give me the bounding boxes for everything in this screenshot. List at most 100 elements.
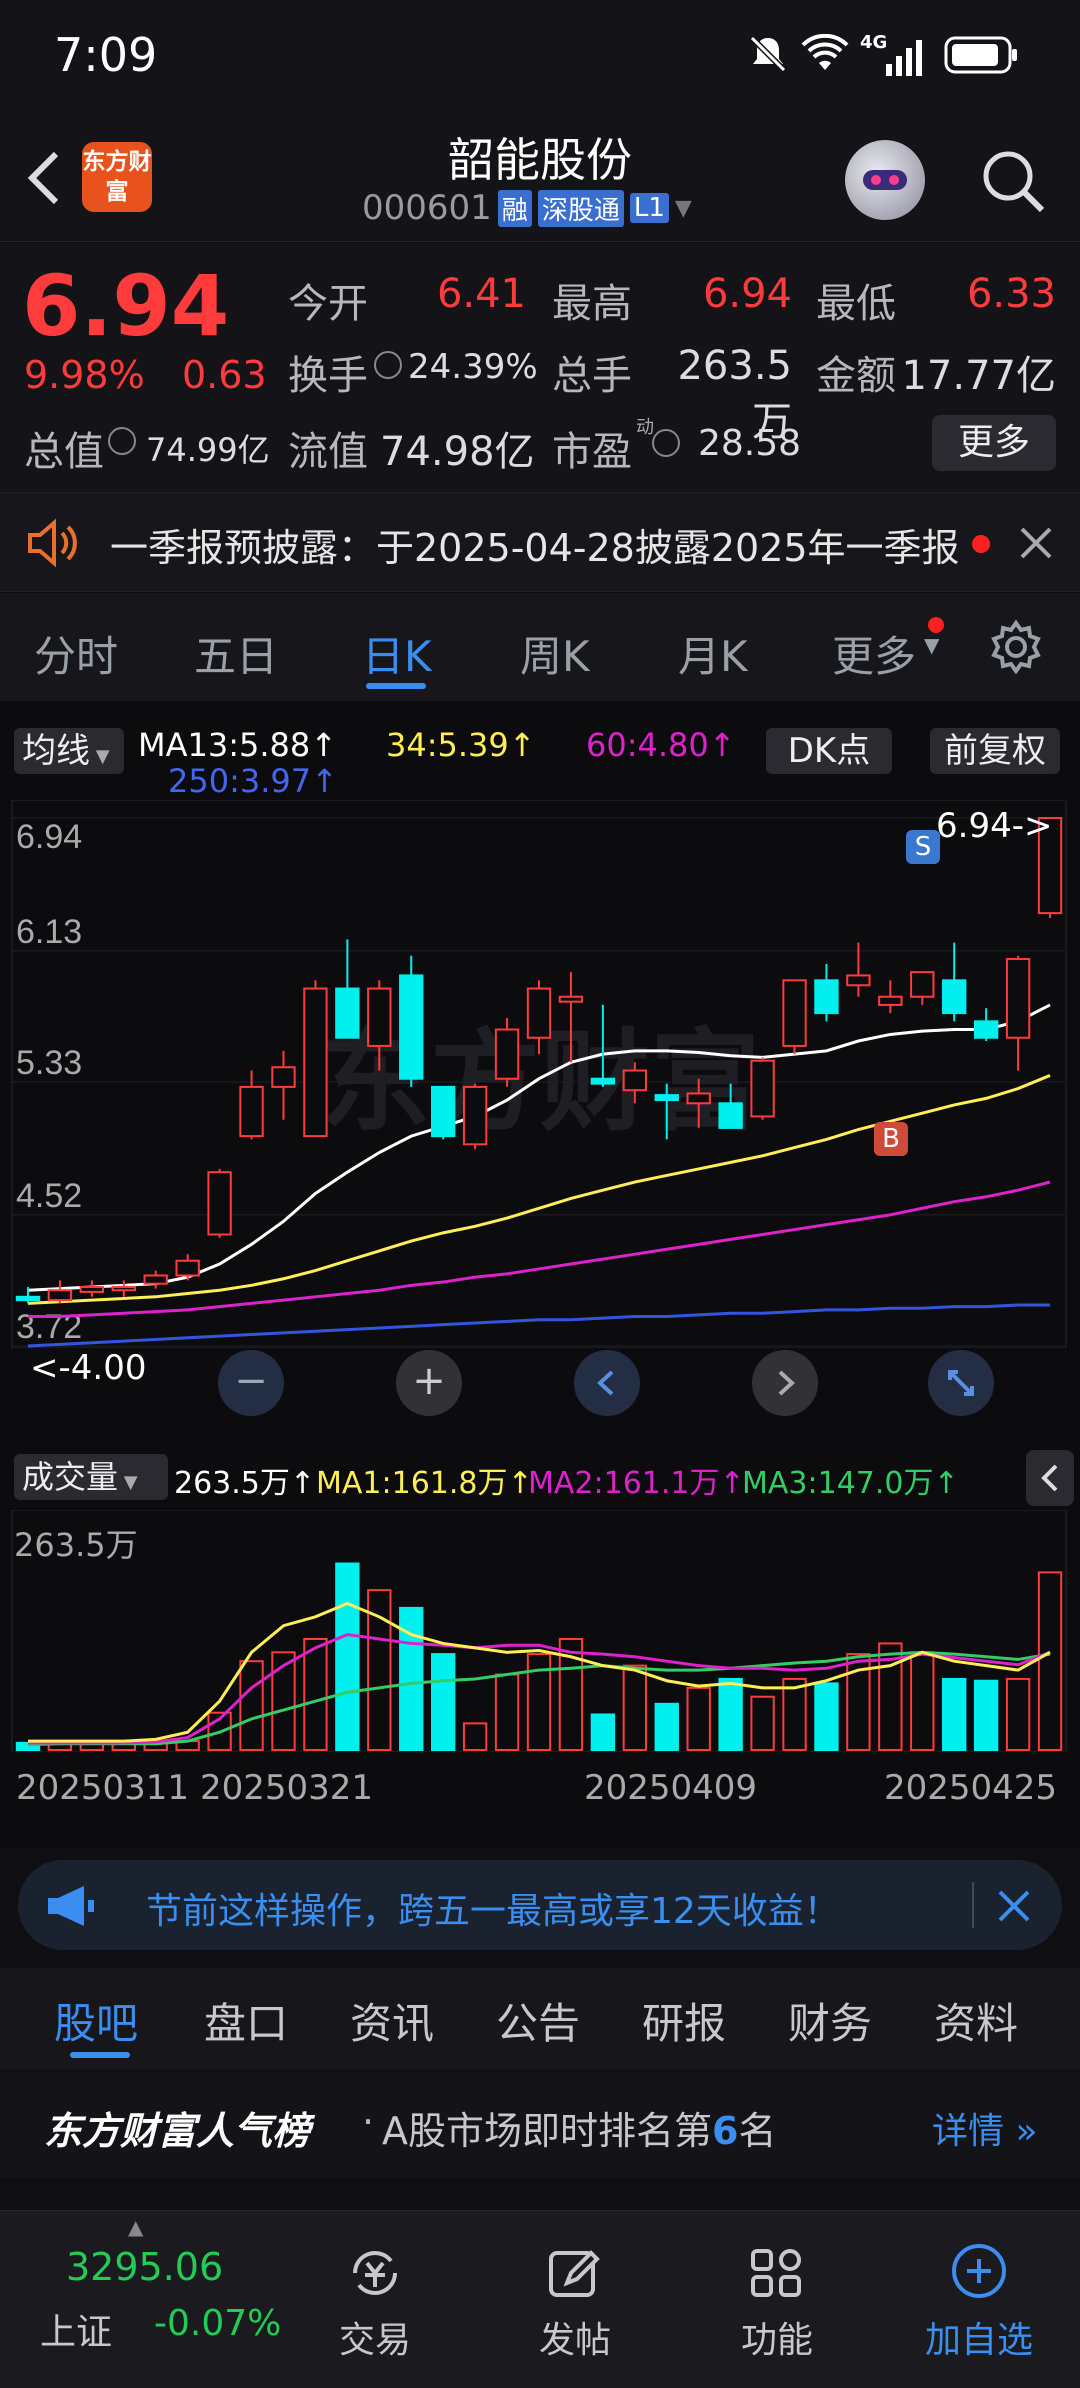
candle <box>207 1168 232 1238</box>
candle <box>431 1085 456 1140</box>
tab-announcements[interactable]: 公告 <box>496 1990 580 2051</box>
close-promo-icon[interactable] <box>994 1886 1034 1926</box>
notice-text: 一季报预披露：于2025-04-28披露2025年一季报 <box>110 526 960 570</box>
candle <box>399 955 424 1087</box>
rank-text: A股市场即时排名第6名 <box>382 2109 777 2153</box>
close-notice-icon[interactable] <box>1016 523 1056 563</box>
candle <box>79 1280 105 1297</box>
index-value[interactable]: 3295.06 <box>66 2245 223 2289</box>
ma13-label: MA13:5.88↑ <box>138 726 338 764</box>
active-tab-indicator <box>366 683 426 689</box>
volume-bar <box>303 1637 328 1751</box>
volume-bar <box>462 1722 488 1751</box>
adjust-mode-button[interactable]: 前复权 <box>930 728 1060 774</box>
pe-info-icon[interactable] <box>652 429 680 457</box>
settings-gear-icon[interactable] <box>988 619 1044 675</box>
candle <box>750 1057 775 1120</box>
search-icon[interactable] <box>978 146 1048 216</box>
y-tick-label: 6.13 <box>16 913 82 951</box>
candle <box>175 1254 200 1281</box>
last-price-marker: 6.94-> <box>936 806 1053 846</box>
y-tick-label: 6.94 <box>16 818 82 856</box>
promo-text: 节前这样操作，跨五一最高或享12天收益！ <box>146 1891 840 1932</box>
volume-scale-label: 263.5万 <box>14 1526 138 1564</box>
volume-bar <box>431 1653 456 1751</box>
tab-orderbook[interactable]: 盘口 <box>204 1990 288 2051</box>
candle-body <box>878 995 903 1006</box>
tab-financials[interactable]: 财务 <box>788 1990 872 2051</box>
candle <box>335 939 360 1039</box>
low-price-marker: <-4.00 <box>30 1348 147 1388</box>
buy-signal-badge[interactable]: B <box>874 1122 908 1156</box>
zoom-out-button[interactable]: − <box>218 1350 284 1416</box>
promo-divider <box>972 1882 974 1928</box>
volume-chart[interactable] <box>0 1510 1080 1752</box>
post-label: 发帖 <box>538 2320 611 2361</box>
open-label: 今开 <box>288 281 368 327</box>
open-value: 6.41 <box>436 271 526 317</box>
turnover-info-icon[interactable] <box>374 351 402 379</box>
market-cap-value: 74.99亿 <box>146 431 270 469</box>
dropdown-icon[interactable]: ▼ <box>675 196 692 221</box>
volume-ma2-label: MA2:161.1万↑ <box>528 1466 745 1501</box>
bottom-dock: ▲ 3295.06 上证 -0.07% 交易 发帖 功能 加自选 <box>0 2210 1080 2388</box>
zoom-in-button[interactable]: + <box>396 1350 462 1416</box>
mute-icon <box>748 34 788 74</box>
fullscreen-icon[interactable] <box>928 1350 994 1416</box>
ma250-label: 250:3.97↑ <box>168 762 338 800</box>
y-tick-label: 3.72 <box>16 1308 82 1346</box>
tab-five-day[interactable]: 五日 <box>194 623 278 684</box>
market-cap-info-icon[interactable] <box>108 427 136 455</box>
volume-bar <box>686 1686 711 1751</box>
ma-selector-button[interactable]: 均线 ▼ <box>14 728 124 774</box>
volume-bar <box>335 1562 360 1751</box>
index-name: 上证 <box>40 2312 113 2353</box>
promo-banner[interactable]: 节前这样操作，跨五一最高或享12天收益！ <box>18 1860 1062 1950</box>
volume-current-label: 263.5万↑ <box>174 1466 316 1501</box>
tab-news[interactable]: 资讯 <box>350 1990 434 2051</box>
tab-research[interactable]: 研报 <box>642 1990 726 2051</box>
status-time: 7:09 <box>54 28 158 82</box>
tab-monthly-k[interactable]: 月K <box>678 623 748 684</box>
tab-daily-k[interactable]: 日K <box>362 623 432 684</box>
tab-more[interactable]: 更多 <box>832 623 916 684</box>
candle-body <box>79 1285 105 1293</box>
tab-profile[interactable]: 资料 <box>934 1990 1018 2051</box>
x-tick-label: 20250425 <box>884 1768 1058 1808</box>
sell-signal-badge[interactable]: S <box>906 830 940 864</box>
tab-weekly-k[interactable]: 周K <box>520 623 590 684</box>
margin-tag: 融 <box>497 189 532 227</box>
collapse-panel-icon[interactable] <box>1026 1450 1074 1506</box>
candlestick-chart[interactable]: 6.946.135.334.523.72东方财富 <box>0 800 1080 1348</box>
robot-assistant-icon[interactable] <box>845 140 925 220</box>
battery-icon <box>944 36 1020 76</box>
dk-point-button[interactable]: DK点 <box>766 728 892 774</box>
candle-body <box>303 987 328 1138</box>
indicator-selector-button[interactable]: 成交量 ▼ <box>14 1454 168 1500</box>
more-quote-button[interactable]: 更多 <box>932 415 1056 471</box>
candle-body <box>367 987 392 1047</box>
index-expand-icon[interactable]: ▲ <box>128 2215 143 2239</box>
ma60-line <box>27 1180 1051 1318</box>
candle <box>910 971 935 1005</box>
candle-body <box>335 987 360 1039</box>
candle <box>239 1070 264 1140</box>
candle <box>143 1270 168 1289</box>
chart-tabs: 分时 五日 日K 周K 月K 更多 ▼ <box>0 593 1080 701</box>
status-bar: 7:09 4G <box>0 0 1080 120</box>
volume-bar <box>494 1673 520 1751</box>
tab-intraday[interactable]: 分时 <box>34 623 118 684</box>
signal-icon <box>862 40 928 76</box>
change-pct: 9.98% <box>24 353 145 397</box>
scroll-left-button[interactable] <box>574 1350 640 1416</box>
volume-bar <box>718 1677 743 1751</box>
volume-bar <box>942 1677 967 1751</box>
notice-bar[interactable]: 一季报预披露：于2025-04-28披露2025年一季报 <box>0 492 1080 592</box>
high-value: 6.94 <box>702 271 792 317</box>
rank-details-link[interactable]: 详情 » <box>932 2102 1037 2154</box>
scroll-right-button[interactable] <box>752 1350 818 1416</box>
popularity-rank-row[interactable]: 东方财富人气榜 · A股市场即时排名第6名 详情 » <box>0 2072 1080 2177</box>
tab-forum[interactable]: 股吧 <box>54 1990 138 2051</box>
rank-bullet: · <box>362 2100 375 2144</box>
volume-bar <box>910 1651 935 1751</box>
